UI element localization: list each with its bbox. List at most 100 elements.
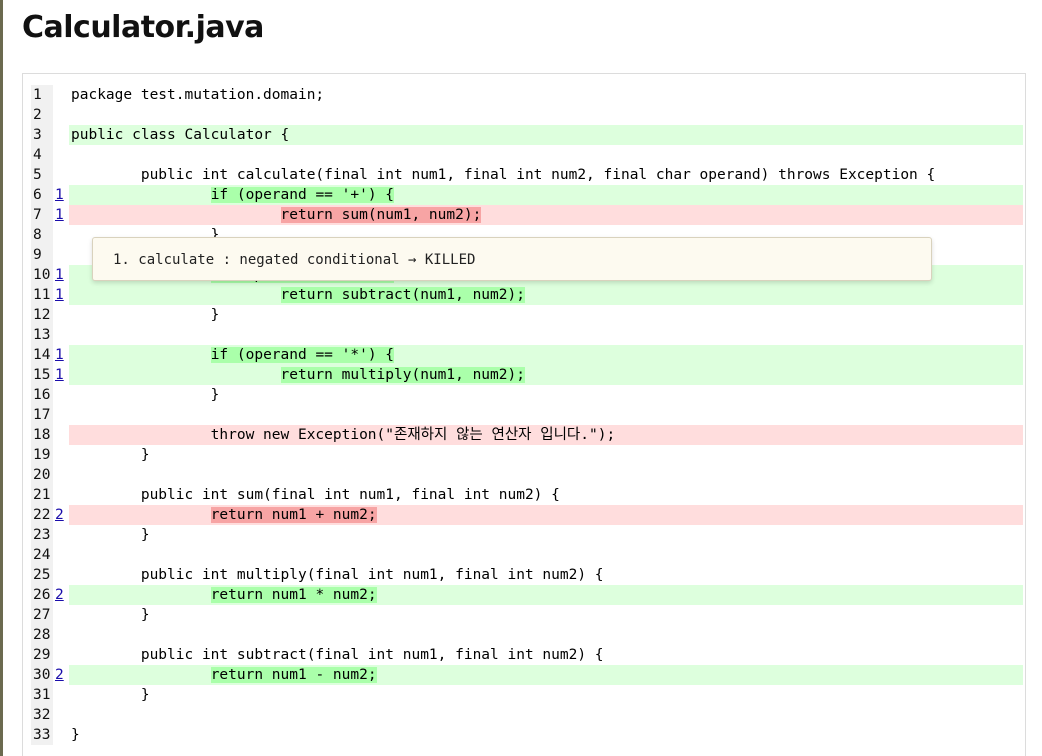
code-line: 15 1 return multiply(num1, num2); [31,365,1023,385]
mutation-tooltip: 1. calculate : negated conditional → KIL… [92,237,932,281]
code-line: 11 1 return subtract(num1, num2); [31,285,1023,305]
code-text: } [71,307,220,323]
mutant-count-cell [53,705,69,725]
code-line: 26 2 return num1 * num2; [31,585,1023,605]
code-text: public int subtract(final int num1, fina… [71,647,604,663]
code-line: 32 [31,705,1023,725]
code-line: 33} [31,725,1023,745]
code-line: 20 [31,465,1023,485]
mutant-count-link[interactable]: 1 [55,287,64,303]
source-code-cell: public int multiply(final int num1, fina… [69,565,1023,585]
mutant-count-cell [53,325,69,345]
mutant-count-cell: 1 [53,365,69,385]
mutant-count-cell: 1 [53,285,69,305]
source-code-cell [69,705,1023,725]
line-number: 13 [31,325,53,345]
mutant-count-cell [53,225,69,245]
highlighted-code: return num1 - num2; [210,667,377,683]
source-code-cell [69,405,1023,425]
mutant-count-cell: 2 [53,665,69,685]
code-line: 13 [31,325,1023,345]
code-line: 23 } [31,525,1023,545]
code-line: 25 public int multiply(final int num1, f… [31,565,1023,585]
code-line: 2 [31,105,1023,125]
source-code-cell [69,545,1023,565]
source-code-cell [69,145,1023,165]
code-line: 19 } [31,445,1023,465]
line-number: 21 [31,485,53,505]
source-code-cell: return num1 - num2; [69,665,1023,685]
source-code-cell: if (operand == '*') { [69,345,1023,365]
code-line: 17 [31,405,1023,425]
line-number: 5 [31,165,53,185]
code-line: 24 [31,545,1023,565]
line-number: 14 [31,345,53,365]
mutant-count-link[interactable]: 1 [55,347,64,363]
line-number: 29 [31,645,53,665]
source-code-cell: } [69,525,1023,545]
source-code-cell: public int sum(final int num1, final int… [69,485,1023,505]
code-text: public class Calculator { [71,127,290,143]
line-number: 9 [31,245,53,265]
code-text: public int sum(final int num1, final int… [71,487,560,503]
source-code-cell: } [69,305,1023,325]
line-number: 31 [31,685,53,705]
line-number: 2 [31,105,53,125]
source-code-cell: if (operand == '+') { [69,185,1023,205]
mutant-count-cell: 1 [53,265,69,285]
mutant-count-link[interactable]: 1 [55,267,64,283]
source-code-cell: return multiply(num1, num2); [69,365,1023,385]
mutant-count-link[interactable]: 2 [55,507,64,523]
line-number: 10 [31,265,53,285]
line-number: 27 [31,605,53,625]
mutant-count-link[interactable]: 2 [55,587,64,603]
source-code-cell: public class Calculator { [69,125,1023,145]
mutant-count-cell [53,485,69,505]
line-number: 6 [31,185,53,205]
source-code-panel: 1 package test.mutation.domain; 2 3 public c… [22,73,1026,756]
line-number: 32 [31,705,53,725]
page-title: Calculator.java [22,10,264,45]
mutant-count-link[interactable]: 1 [55,187,64,203]
mutant-count-cell [53,465,69,485]
window-edge [0,0,3,756]
line-number: 19 [31,445,53,465]
source-code-cell: throw new Exception("존재하지 않는 연산자 입니다."); [69,425,1023,445]
mutant-count-cell: 1 [53,185,69,205]
highlighted-code: if (operand == '+') { [210,187,395,203]
mutant-count-cell [53,105,69,125]
source-code-cell: return num1 + num2; [69,505,1023,525]
line-number: 24 [31,545,53,565]
mutant-count-cell [53,145,69,165]
highlighted-code: return sum(num1, num2); [280,207,482,223]
mutant-count-link[interactable]: 2 [55,667,64,683]
line-number: 7 [31,205,53,225]
mutant-count-link[interactable]: 1 [55,367,64,383]
line-number: 8 [31,225,53,245]
code-text: } [71,687,150,703]
code-line: 28 [31,625,1023,645]
line-number: 16 [31,385,53,405]
source-code-cell: package test.mutation.domain; [69,85,1023,105]
code-line: 31 } [31,685,1023,705]
highlighted-code: if (operand == '*') { [210,347,395,363]
code-line: 21 public int sum(final int num1, final … [31,485,1023,505]
line-number: 20 [31,465,53,485]
line-number: 17 [31,405,53,425]
mutant-count-cell [53,545,69,565]
code-line: 61 if (operand == '+') { [31,185,1023,205]
line-number: 22 [31,505,53,525]
line-number: 23 [31,525,53,545]
mutant-count-cell [53,305,69,325]
mutant-count-cell [53,685,69,705]
mutant-count-cell [53,405,69,425]
mutant-count-link[interactable]: 1 [55,207,64,223]
code-line: 30 2 return num1 - num2; [31,665,1023,685]
code-text: package test.mutation.domain; [71,87,325,103]
mutant-count-cell [53,445,69,465]
mutant-count-cell [53,565,69,585]
source-code-cell: return sum(num1, num2); [69,205,1023,225]
code-text: } [71,387,220,403]
mutant-count-cell [53,605,69,625]
code-text: public int multiply(final int num1, fina… [71,567,604,583]
